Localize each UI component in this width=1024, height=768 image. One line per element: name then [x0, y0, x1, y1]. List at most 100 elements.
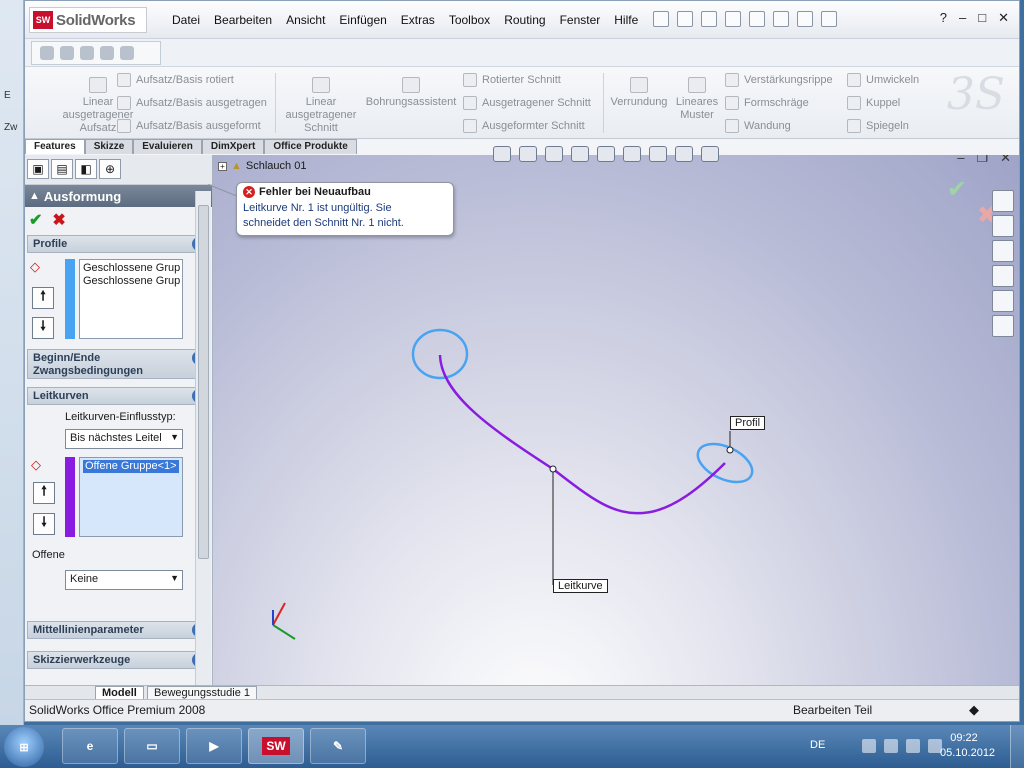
search-icon[interactable]: [992, 265, 1014, 287]
start-button[interactable]: ⊞: [4, 727, 44, 767]
move-down-arrow-icon[interactable]: 🠗: [33, 513, 55, 535]
list-item[interactable]: Geschlossene Grup: [83, 275, 180, 288]
menu-fenster[interactable]: Fenster: [553, 13, 608, 27]
centerline-section-header[interactable]: Mittellinienparameter ▼: [27, 621, 210, 639]
move-up-arrow-icon[interactable]: 🠕: [32, 287, 54, 309]
new-document-icon[interactable]: [677, 11, 693, 27]
bohrungsassistent-button[interactable]: Bohrungsassistent: [365, 77, 457, 109]
menu-bearbeiten[interactable]: Bearbeiten: [207, 13, 279, 27]
profil-callout[interactable]: Profil: [730, 416, 766, 430]
spline-icon[interactable]: [80, 46, 94, 60]
tab-skizze[interactable]: Skizze: [84, 139, 134, 154]
convert-entities-icon[interactable]: [100, 46, 114, 60]
property-manager-tab-icon[interactable]: ▤: [51, 159, 73, 179]
move-up-arrow-icon[interactable]: 🠕: [33, 482, 55, 504]
list-item[interactable]: Offene Gruppe<1>: [83, 460, 179, 473]
guide-list[interactable]: Offene Gruppe<1>: [79, 457, 183, 537]
menu-einfuegen[interactable]: Einfügen: [332, 13, 393, 27]
menu-ansicht[interactable]: Ansicht: [279, 13, 332, 27]
rotierter-schnitt-button[interactable]: Rotierter Schnitt: [463, 73, 561, 87]
profile-list[interactable]: Geschlossene Grup Geschlossene Grup: [79, 259, 183, 339]
internet-explorer-icon[interactable]: e: [62, 728, 118, 764]
profile-1-ellipse[interactable]: [411, 328, 469, 380]
rebuild-icon[interactable]: [797, 11, 813, 27]
zoom-to-fit-icon[interactable]: [493, 146, 511, 162]
save-icon[interactable]: [725, 11, 741, 27]
section-view-icon[interactable]: [571, 146, 589, 162]
tab-dimxpert[interactable]: DimXpert: [201, 139, 265, 154]
configuration-manager-tab-icon[interactable]: ◧: [75, 159, 97, 179]
print-icon[interactable]: [749, 11, 765, 27]
aufsatz-ausgetragen-button[interactable]: Aufsatz/Basis ausgetragen: [117, 96, 267, 110]
open-icon[interactable]: [701, 11, 717, 27]
menu-toolbox[interactable]: Toolbox: [442, 13, 497, 27]
list-item[interactable]: Geschlossene Grup: [83, 262, 180, 275]
profil-handle[interactable]: [726, 446, 734, 454]
cancel-x-icon[interactable]: ✖: [52, 210, 65, 230]
wandung-button[interactable]: Wandung: [725, 119, 791, 133]
solidworks-taskbar-button[interactable]: SW: [248, 728, 304, 764]
tag-icon[interactable]: ◆: [969, 702, 979, 718]
file-explorer-taskbar-icon[interactable]: ▭: [124, 728, 180, 764]
tab-bewegungsstudie[interactable]: Bewegungsstudie 1: [147, 686, 258, 700]
viewport-restore-button[interactable]: ❐: [976, 155, 988, 166]
menu-extras[interactable]: Extras: [394, 13, 442, 27]
lineares-muster-button[interactable]: Lineares Muster: [673, 77, 721, 122]
paint-icon[interactable]: ✎: [310, 728, 366, 764]
move-down-arrow-icon[interactable]: 🠗: [32, 317, 54, 339]
verstaerkungsrippe-button[interactable]: Verstärkungsrippe: [725, 73, 833, 87]
tab-evaluieren[interactable]: Evaluieren: [133, 139, 202, 154]
verrundung-button[interactable]: Verrundung: [607, 77, 671, 109]
appearance-icon[interactable]: [675, 146, 693, 162]
tab-modell[interactable]: Modell: [95, 686, 144, 700]
viewport-close-button[interactable]: ✕: [1000, 155, 1011, 166]
media-player-icon[interactable]: ▶: [186, 728, 242, 764]
menu-hilfe[interactable]: Hilfe: [607, 13, 645, 27]
undo-icon[interactable]: [773, 11, 789, 27]
ausgetragener-schnitt-button[interactable]: Ausgetragener Schnitt: [463, 96, 591, 110]
menu-datei[interactable]: Datei: [165, 13, 207, 27]
tray-arrow-icon[interactable]: [862, 739, 876, 753]
guide-curve-path[interactable]: [438, 354, 726, 515]
umwickeln-button[interactable]: Umwickeln: [847, 73, 919, 87]
feature-manager-tab-icon[interactable]: ▣: [27, 159, 49, 179]
ok-check-icon[interactable]: ✔: [29, 210, 42, 230]
solidworks-resources-icon[interactable]: [992, 190, 1014, 212]
minimize-button[interactable]: –: [959, 10, 966, 26]
ausgeformter-schnitt-button[interactable]: Ausgeformter Schnitt: [463, 119, 585, 133]
pin-icon[interactable]: [653, 11, 669, 27]
line-icon[interactable]: [60, 46, 74, 60]
scene-icon[interactable]: [701, 146, 719, 162]
file-explorer-icon[interactable]: [992, 240, 1014, 262]
help-button[interactable]: ?: [940, 10, 947, 26]
aufsatz-ausgeformt-button[interactable]: Aufsatz/Basis ausgeformt: [117, 119, 261, 133]
view-orientation-icon[interactable]: [597, 146, 615, 162]
profile-section-header[interactable]: Profile ▲: [27, 235, 210, 253]
sketch-settings-icon[interactable]: [120, 46, 134, 60]
dimxpert-manager-tab-icon[interactable]: ⊕: [99, 159, 121, 179]
menu-routing[interactable]: Routing: [497, 13, 552, 27]
display-style-icon[interactable]: [623, 146, 641, 162]
hide-show-items-icon[interactable]: [649, 146, 667, 162]
kuppel-button[interactable]: Kuppel: [847, 96, 900, 110]
view-palette-icon[interactable]: [992, 290, 1014, 312]
zoom-to-area-icon[interactable]: [519, 146, 537, 162]
solidworks-logo[interactable]: SW SolidWorks: [29, 7, 147, 33]
formschraege-button[interactable]: Formschräge: [725, 96, 809, 110]
linear-schnitt-button[interactable]: Linear ausgetragener Schnitt: [281, 77, 361, 135]
aufsatz-rotiert-button[interactable]: Aufsatz/Basis rotiert: [117, 73, 234, 87]
clock[interactable]: 09:22 05.10.2012: [940, 731, 995, 761]
appearances-icon[interactable]: [992, 315, 1014, 337]
property-manager-scrollbar[interactable]: [195, 191, 211, 685]
show-desktop-button[interactable]: [1010, 725, 1024, 768]
influence-type-select[interactable]: Bis nächstes Leitel ▼: [65, 429, 183, 449]
leitkurve-callout[interactable]: Leitkurve: [553, 579, 608, 593]
input-language[interactable]: DE: [810, 739, 825, 751]
guides-section-header[interactable]: Leitkurven ▲: [27, 387, 210, 405]
scrollbar-thumb[interactable]: [198, 205, 209, 559]
leitkurve-handle[interactable]: [549, 465, 557, 473]
previous-view-icon[interactable]: [545, 146, 563, 162]
constraints-section-header[interactable]: Beginn/Ende Zwangsbedingungen ▼: [27, 349, 210, 379]
action-center-icon[interactable]: [884, 739, 898, 753]
close-button[interactable]: ✕: [998, 10, 1009, 26]
